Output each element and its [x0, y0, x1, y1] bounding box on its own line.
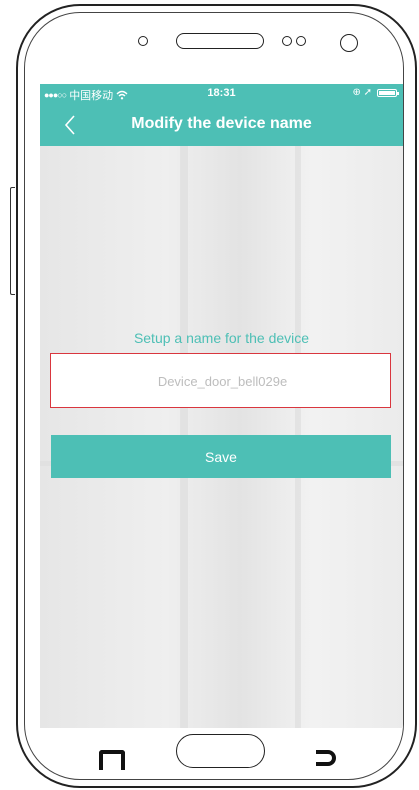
front-camera-icon — [340, 34, 358, 52]
battery-icon — [377, 88, 399, 97]
side-button — [10, 187, 15, 295]
back-key-icon[interactable] — [316, 750, 336, 766]
device-name-input[interactable] — [51, 354, 394, 409]
nav-bar: Modify the device name — [40, 104, 403, 146]
status-time: 18:31 — [207, 87, 236, 99]
location-icon: ⊕ ➚ — [352, 87, 372, 98]
sensor-icon — [296, 36, 306, 46]
device-name-field — [50, 353, 394, 409]
status-bar: ●●●○○ 中国移动 18:31 ⊕ ➚ — [40, 84, 403, 104]
home-button[interactable] — [176, 734, 265, 768]
app-screen: ●●●○○ 中国移动 18:31 ⊕ ➚ Modify the device n… — [40, 84, 403, 728]
page-title: Modify the device name — [131, 115, 312, 132]
save-button[interactable]: Save — [51, 435, 391, 478]
speaker-grille — [176, 33, 264, 49]
camera-icon — [138, 36, 148, 46]
status-right: ⊕ ➚ — [352, 87, 399, 98]
hardware-keys — [0, 728, 419, 790]
sensor-icon — [282, 36, 292, 46]
recent-apps-icon[interactable] — [99, 750, 125, 770]
device-name-label: Setup a name for the device — [133, 330, 310, 346]
